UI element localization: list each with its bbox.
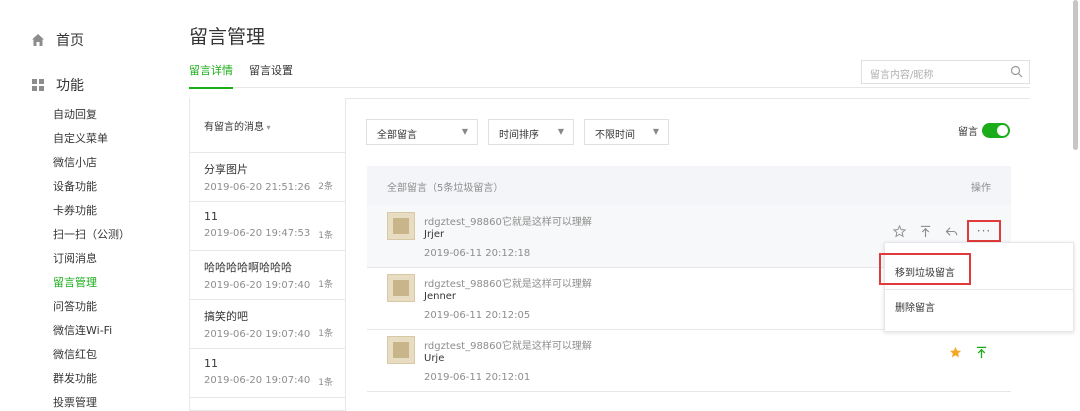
chevron-down-icon: ▼ [461, 127, 468, 136]
sidebar-item-scan[interactable]: 扫一扫（公测） [53, 226, 130, 242]
avatar [387, 212, 415, 240]
filter-all-label: 全部留言 [377, 130, 417, 141]
menu-divider [885, 289, 1073, 290]
message-count: 1条 [318, 231, 333, 241]
sidebar-item-cards[interactable]: 卡券功能 [53, 202, 97, 218]
message-title: 11 [204, 357, 218, 370]
filter-all-select[interactable]: 全部留言 ▼ [366, 119, 478, 145]
message-title: 11 [204, 210, 218, 223]
list-item[interactable]: 11 2019-06-20 19:47:53 1条 [190, 202, 345, 251]
sidebar-item-red-packet[interactable]: 微信红包 [53, 346, 97, 362]
comment-time: 2019-06-11 20:12:01 [424, 372, 531, 383]
message-title: 分享图片 [204, 163, 248, 176]
star-icon[interactable] [891, 223, 907, 239]
sidebar-home[interactable]: 首页 [30, 30, 84, 50]
message-title: 哈哈哈哈啊哈哈哈 [204, 261, 292, 274]
comment-user: rdgztest_98860它就是这样可以理解 [424, 217, 592, 228]
sidebar-item-subscribe[interactable]: 订阅消息 [53, 250, 97, 266]
message-count: 1条 [318, 280, 333, 290]
search-placeholder: 留言内容/昵称 [870, 70, 934, 81]
sidebar-item-device[interactable]: 设备功能 [53, 178, 97, 194]
list-item[interactable]: 哈哈哈哈啊哈哈哈 2019-06-20 19:07:40 1条 [190, 251, 345, 300]
sidebar-item-broadcast[interactable]: 群发功能 [53, 370, 97, 386]
message-list: 有留言的消息 ▾ 分享图片 2019-06-20 21:51:26 2条 11 … [189, 98, 346, 411]
list-item[interactable]: 搞笑的吧 2019-06-20 19:07:40 1条 [190, 300, 345, 349]
comment-time: 2019-06-11 20:12:18 [424, 248, 531, 259]
sidebar-features: 功能 [30, 75, 84, 95]
search-icon[interactable] [1010, 65, 1023, 81]
message-count: 2条 [318, 182, 333, 192]
sidebar-item-shop[interactable]: 微信小店 [53, 154, 97, 170]
tab-comment-details[interactable]: 留言详情 [189, 62, 233, 89]
message-list-header: 有留言的消息 ▾ [190, 98, 345, 153]
star-filled-icon[interactable] [947, 344, 963, 360]
sidebar-item-wifi[interactable]: 微信连Wi-Fi [53, 322, 112, 338]
pin-top-active-icon[interactable] [973, 344, 989, 360]
comment-toggle-label: 留言 [958, 127, 978, 138]
tab-comment-settings[interactable]: 留言设置 [249, 62, 293, 87]
chevron-down-icon: ▼ [652, 127, 659, 136]
menu-item-delete[interactable]: 删除留言 [895, 299, 935, 314]
message-title: 搞笑的吧 [204, 310, 248, 323]
message-count: 1条 [318, 378, 333, 388]
grid-icon [30, 77, 46, 93]
operation-header: 操作 [971, 183, 991, 194]
sidebar-item-comments[interactable]: 留言管理 [53, 274, 97, 290]
more-actions-menu: 移到垃圾留言 删除留言 [879, 242, 1074, 332]
comment-toggle-switch[interactable] [982, 123, 1010, 138]
row-actions [937, 344, 989, 360]
comment-toggle: 留言 [958, 123, 1010, 138]
comment-user: rdgztest_98860它就是这样可以理解 [424, 341, 592, 352]
comments-header: 全部留言（5条垃圾留言） 操作 [367, 166, 1011, 206]
sort-caret-icon[interactable]: ▾ [264, 123, 271, 132]
sidebar-item-auto-reply[interactable]: 自动回复 [53, 106, 97, 122]
avatar [387, 274, 415, 302]
filter-sort-label: 时间排序 [499, 130, 539, 141]
sidebar-item-vote[interactable]: 投票管理 [53, 394, 97, 410]
sidebar-home-label: 首页 [56, 33, 84, 49]
list-item[interactable]: 分享图片 2019-06-20 21:51:26 2条 [190, 153, 345, 202]
row-actions: ··· [881, 220, 1001, 242]
comment-text: Jenner [424, 291, 457, 302]
pin-top-icon[interactable] [917, 223, 933, 239]
sidebar-item-custom-menu[interactable]: 自定义菜单 [53, 130, 108, 146]
comment-text: Urje [424, 353, 445, 364]
comment-user: rdgztest_98860它就是这样可以理解 [424, 279, 592, 290]
avatar [387, 336, 415, 364]
reply-icon[interactable] [943, 223, 959, 239]
sidebar-features-label: 功能 [56, 78, 84, 94]
comment-time: 2019-06-11 20:12:05 [424, 310, 531, 321]
home-icon [30, 32, 46, 48]
table-row: rdgztest_98860它就是这样可以理解 Urje 2019-06-11 … [367, 330, 1011, 392]
menu-item-move-to-spam[interactable]: 移到垃圾留言 [879, 253, 971, 285]
message-list-title: 有留言的消息 [204, 122, 264, 133]
comment-text: Jrjer [424, 229, 445, 240]
chevron-down-icon: ▼ [557, 127, 564, 136]
sidebar-item-qa[interactable]: 问答功能 [53, 298, 97, 314]
page-scrollbar[interactable] [1073, 0, 1078, 150]
sidebar: 首页 功能 自动回复 自定义菜单 微信小店 设备功能 卡券功能 扫一扫（公测） … [0, 0, 160, 411]
comments-header-title: 全部留言（5条垃圾留言） [387, 183, 504, 194]
filter-sort-select[interactable]: 时间排序 ▼ [488, 119, 574, 145]
filter-time-select[interactable]: 不限时间 ▼ [584, 119, 669, 145]
list-item[interactable]: 11 2019-06-20 19:07:40 1条 [190, 349, 345, 398]
message-count: 1条 [318, 329, 333, 339]
filter-time-label: 不限时间 [595, 130, 635, 141]
more-button[interactable]: ··· [967, 220, 1001, 242]
page-title: 留言管理 [189, 26, 266, 48]
search-input[interactable]: 留言内容/昵称 [861, 60, 1030, 84]
